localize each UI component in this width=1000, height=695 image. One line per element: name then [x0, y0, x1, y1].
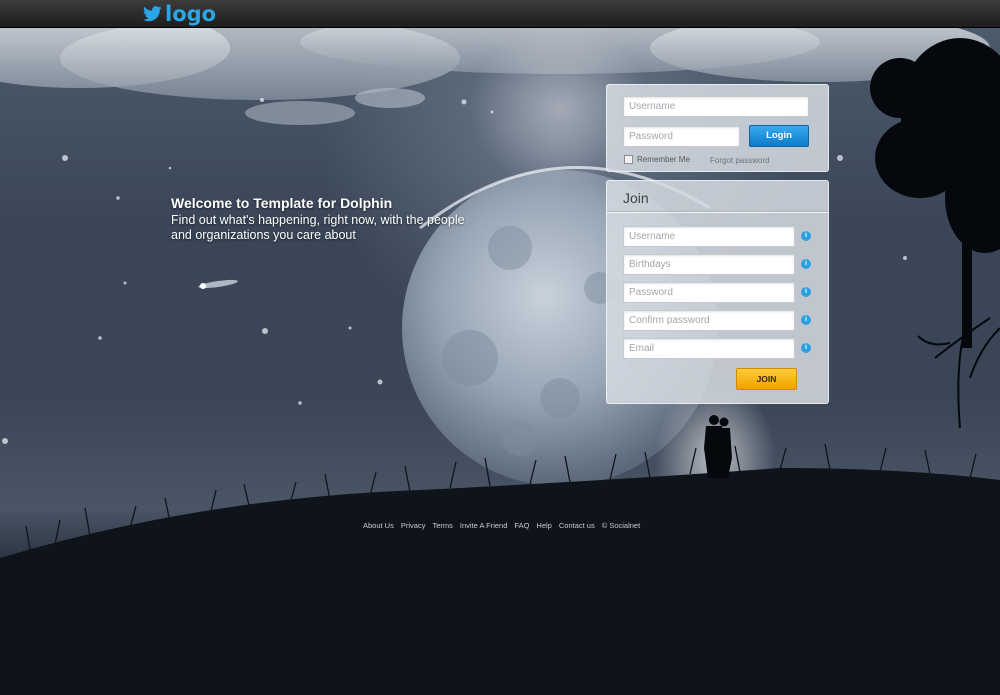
welcome-block: Welcome to Template for Dolphin Find out… [171, 195, 491, 243]
top-bar: logo [0, 0, 1000, 28]
welcome-title: Welcome to Template for Dolphin [171, 195, 393, 211]
footer-link-invite-a-friend[interactable]: Invite A Friend [460, 521, 508, 530]
hero-scene: Welcome to Template for Dolphin Find out… [0, 28, 1000, 695]
logo[interactable]: logo [143, 3, 216, 25]
join-divider [607, 211, 828, 213]
join-panel: Join Username i Birthdays i Password i C… [606, 180, 829, 404]
footer-link-help[interactable]: Help [536, 521, 551, 530]
footer-link-faq[interactable]: FAQ [514, 521, 529, 530]
login-password-input[interactable]: Password [623, 126, 740, 147]
info-icon[interactable]: i [801, 287, 811, 297]
info-icon[interactable]: i [801, 259, 811, 269]
night-sky-illustration [0, 28, 1000, 695]
join-confirm-password-input[interactable]: Confirm password [623, 310, 795, 331]
login-username-input[interactable]: Username [623, 96, 809, 117]
remember-me[interactable]: Remember Me [624, 155, 690, 164]
footer-link-about-us[interactable]: About Us [363, 521, 394, 530]
footer-link-privacy[interactable]: Privacy [401, 521, 426, 530]
remember-me-checkbox[interactable] [624, 155, 633, 164]
footer-link-contact-us[interactable]: Contact us [559, 521, 595, 530]
welcome-line-2: and organizations you care about [171, 228, 356, 242]
forgot-password-link[interactable]: Forgot password [710, 156, 770, 165]
join-email-input[interactable]: Email [623, 338, 795, 359]
login-panel: Username Password Login Remember Me Forg… [606, 84, 829, 172]
join-username-input[interactable]: Username [623, 226, 795, 247]
twitter-bird-icon [143, 6, 162, 22]
footer-links: About Us Privacy Terms Invite A Friend F… [363, 521, 640, 530]
footer-link-terms[interactable]: Terms [432, 521, 452, 530]
info-icon[interactable]: i [801, 343, 811, 353]
info-icon[interactable]: i [801, 315, 811, 325]
join-title: Join [623, 190, 649, 206]
footer-copyright: © Socialnet [601, 521, 641, 530]
remember-me-label: Remember Me [637, 155, 690, 164]
logo-text: logo [165, 2, 217, 26]
welcome-line-1: Find out what's happening, right now, wi… [171, 213, 465, 227]
login-button[interactable]: Login [749, 125, 809, 147]
info-icon[interactable]: i [801, 231, 811, 241]
join-password-input[interactable]: Password [623, 282, 795, 303]
join-birthdays-input[interactable]: Birthdays [623, 254, 795, 275]
join-button[interactable]: JOIN [736, 368, 797, 390]
